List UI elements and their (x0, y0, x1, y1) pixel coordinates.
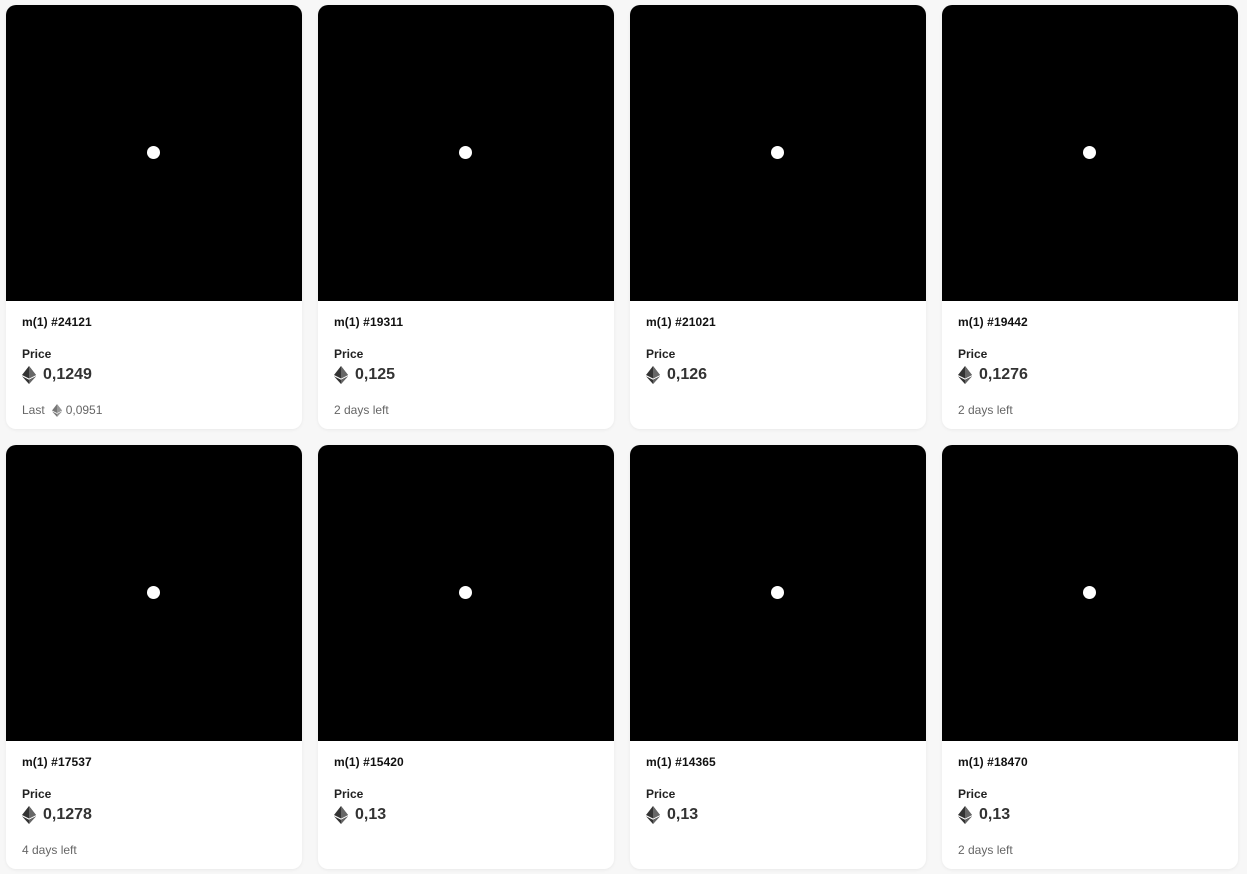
price-label: Price (334, 347, 364, 361)
ethereum-icon (51, 403, 62, 417)
nft-artwork[interactable] (318, 445, 614, 741)
price-value: 0,125 (355, 366, 396, 383)
price-row: 0,1278 (22, 805, 92, 825)
nft-name[interactable]: m(1) #17537 (22, 755, 92, 769)
nft-artwork[interactable] (318, 5, 614, 301)
price-row: 0,13 (958, 805, 1010, 825)
nft-card[interactable]: m(1) #18470 Price 0,13 2 days left (942, 445, 1238, 869)
card-footer-note: 2 days left (958, 843, 1013, 857)
footer-prefix: 2 days left (334, 403, 389, 417)
nft-name[interactable]: m(1) #14365 (646, 755, 716, 769)
ethereum-icon (646, 366, 660, 384)
price-label: Price (22, 347, 52, 361)
artwork-dot (147, 146, 160, 159)
nft-card[interactable]: m(1) #14365 Price 0,13 (630, 445, 926, 869)
artwork-dot (771, 586, 784, 599)
nft-name[interactable]: m(1) #18470 (958, 755, 1028, 769)
ethereum-icon (334, 806, 348, 824)
nft-card[interactable]: m(1) #17537 Price 0,1278 4 days left (6, 445, 302, 869)
artwork-dot (1083, 146, 1096, 159)
ethereum-icon (334, 366, 348, 384)
price-label: Price (334, 787, 364, 801)
nft-name[interactable]: m(1) #24121 (22, 315, 92, 329)
price-row: 0,13 (334, 805, 386, 825)
nft-name[interactable]: m(1) #21021 (646, 315, 716, 329)
artwork-dot (1083, 586, 1096, 599)
nft-name[interactable]: m(1) #19442 (958, 315, 1028, 329)
footer-prefix: 4 days left (22, 843, 77, 857)
card-footer-note: 2 days left (334, 403, 389, 417)
price-row: 0,1249 (22, 365, 92, 385)
nft-artwork[interactable] (942, 5, 1238, 301)
price-row: 0,126 (646, 365, 707, 385)
price-value: 0,13 (979, 806, 1011, 823)
price-value: 0,126 (667, 366, 708, 383)
footer-prefix: 2 days left (958, 843, 1013, 857)
nft-artwork[interactable] (6, 445, 302, 741)
ethereum-icon (22, 366, 36, 384)
price-row: 0,13 (646, 805, 698, 825)
price-value: 0,1278 (43, 806, 92, 823)
price-label: Price (958, 347, 988, 361)
ethereum-icon (958, 806, 972, 824)
price-label: Price (646, 787, 676, 801)
price-value: 0,13 (667, 806, 699, 823)
price-value: 0,13 (355, 806, 387, 823)
price-value: 0,1249 (43, 366, 92, 383)
nft-card[interactable]: m(1) #15420 Price 0,13 (318, 445, 614, 869)
nft-artwork[interactable] (630, 445, 926, 741)
card-footer-note: 2 days left (958, 403, 1013, 417)
price-label: Price (646, 347, 676, 361)
price-value: 0,1276 (979, 366, 1028, 383)
nft-artwork[interactable] (6, 5, 302, 301)
price-label: Price (958, 787, 988, 801)
price-row: 0,125 (334, 365, 395, 385)
nft-card[interactable]: m(1) #19311 Price 0,125 2 days left (318, 5, 614, 429)
nft-artwork[interactable] (630, 5, 926, 301)
footer-prefix: 2 days left (958, 403, 1013, 417)
price-row: 0,1276 (958, 365, 1028, 385)
nft-card[interactable]: m(1) #21021 Price 0,126 (630, 5, 926, 429)
ethereum-icon (958, 366, 972, 384)
ethereum-icon (646, 806, 660, 824)
nft-name[interactable]: m(1) #19311 (334, 315, 403, 329)
ethereum-icon (22, 806, 36, 824)
nft-grid: m(1) #24121 Price 0,1249 Last 0,0951 m(1… (6, 5, 1238, 869)
artwork-dot (459, 146, 472, 159)
footer-value: 0,0951 (65, 403, 103, 417)
nft-name[interactable]: m(1) #15420 (334, 755, 404, 769)
footer-prefix: Last (22, 403, 45, 417)
artwork-dot (771, 146, 784, 159)
nft-artwork[interactable] (942, 445, 1238, 741)
card-footer-note: Last 0,0951 (22, 403, 102, 417)
price-label: Price (22, 787, 52, 801)
card-footer-note: 4 days left (22, 843, 77, 857)
nft-card[interactable]: m(1) #19442 Price 0,1276 2 days left (942, 5, 1238, 429)
artwork-dot (459, 586, 472, 599)
artwork-dot (147, 586, 160, 599)
nft-card[interactable]: m(1) #24121 Price 0,1249 Last 0,0951 (6, 5, 302, 429)
